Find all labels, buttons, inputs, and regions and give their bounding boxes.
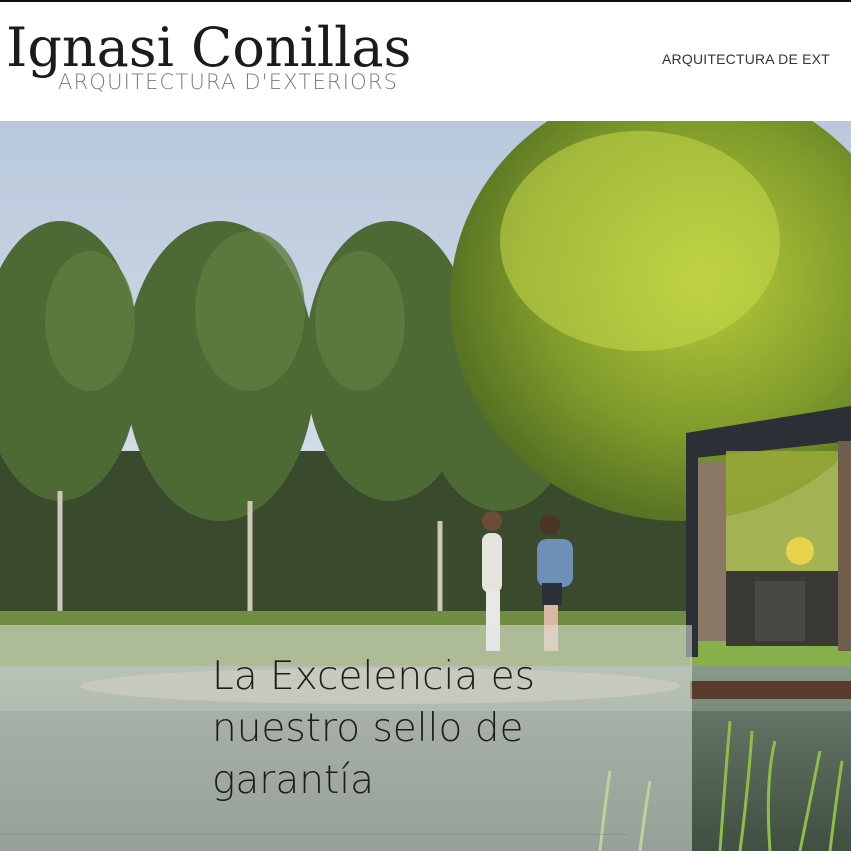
brand-logo[interactable]: Ignasi Conillas ARQUITECTURA D'EXTERIORS	[6, 18, 426, 98]
hero-caption: La Excelencia es nuestro sello de garant…	[212, 654, 535, 803]
caption-divider	[0, 834, 628, 835]
site-header: Ignasi Conillas ARQUITECTURA D'EXTERIORS…	[0, 0, 851, 121]
brand-name: Ignasi Conillas	[6, 16, 412, 79]
brand-tagline: ARQUITECTURA D'EXTERIORS	[58, 70, 399, 94]
nav-item-arquitectura[interactable]: ARQUITECTURA DE EXT	[662, 51, 830, 67]
